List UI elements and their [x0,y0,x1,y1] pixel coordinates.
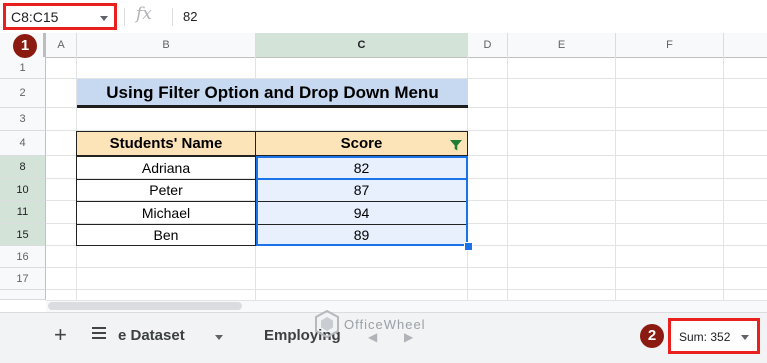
row-header-partial [0,290,46,300]
column-header-row: A B C D E F [0,33,767,58]
table-cell-name[interactable]: Adriana [76,156,256,180]
sum-label: Sum: 352 [679,330,731,344]
table-cell-name[interactable]: Michael [76,201,256,225]
table-cell-name[interactable]: Ben [76,224,256,246]
row-header-16[interactable]: 16 [0,246,46,268]
formula-input[interactable]: 82 [183,9,197,24]
formula-bar: C8:C15 fx 82 [0,0,767,34]
fill-handle[interactable] [464,242,473,251]
sum-indicator[interactable]: Sum: 352 [668,318,760,354]
table-header-score[interactable]: Score [255,131,468,156]
sheet-title-cell[interactable]: Using Filter Option and Drop Down Menu [77,79,468,108]
grid-line [615,57,616,300]
row-header-17[interactable]: 17 [0,268,46,290]
column-header-b[interactable]: B [77,33,256,57]
name-box[interactable]: C8:C15 [3,3,117,30]
fx-icon: fx [136,4,152,24]
watermark-text: OfficeWheel [344,317,426,332]
row-header-8[interactable]: 8 [0,156,46,179]
chevron-down-icon[interactable] [741,335,749,340]
add-sheet-button[interactable]: + [54,322,67,348]
row-header-1[interactable]: 1 [0,57,46,79]
grid-line [46,289,767,290]
column-header-f[interactable]: F [616,33,724,57]
name-box-value: C8:C15 [11,9,59,25]
scrollbar-thumb[interactable] [48,302,242,310]
row-header-2[interactable]: 2 [0,79,46,108]
chevron-down-icon[interactable] [215,335,223,340]
divider [172,8,173,26]
column-header-d[interactable]: D [468,33,508,57]
annotation-badge-1: 1 [13,34,37,58]
table-header-name[interactable]: Students' Name [76,131,256,156]
annotation-badge-2: 2 [640,324,664,348]
grid-line [723,57,724,300]
row-header-4[interactable]: 4 [0,131,46,156]
divider [124,8,125,26]
row-header-15[interactable]: 15 [0,224,46,246]
sheet-list-icon[interactable] [91,326,107,340]
column-header-a[interactable]: A [46,33,77,57]
filter-icon[interactable] [449,138,463,152]
row-header-3[interactable]: 3 [0,108,46,131]
column-header-e[interactable]: E [508,33,616,57]
table-cell-name[interactable]: Peter [76,179,256,202]
row-header-11[interactable]: 11 [0,201,46,224]
row-header-10[interactable]: 10 [0,179,46,201]
chevron-down-icon[interactable] [100,16,108,21]
sheet-tab-dataset[interactable]: e Dataset [118,327,185,344]
active-cell [256,156,468,180]
grid-line [46,267,767,268]
grid-line [507,57,508,300]
column-header-c[interactable]: C [256,33,468,57]
